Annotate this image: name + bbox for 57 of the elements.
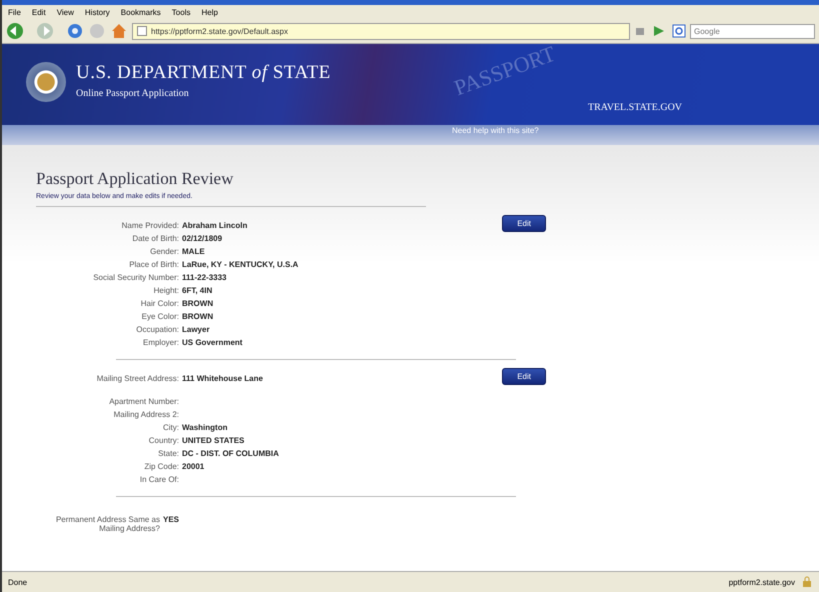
field-label: Height:: [152, 286, 179, 295]
home-icon[interactable]: [110, 22, 128, 40]
field-label: Name Provided:: [120, 221, 179, 230]
menu-item[interactable]: Tools: [172, 8, 190, 16]
field-label: Social Security Number:: [92, 273, 179, 282]
field-label: City:: [162, 423, 179, 432]
field-label: Gender:: [149, 247, 179, 256]
reload-icon[interactable]: [66, 22, 84, 40]
field-value: Lawyer: [182, 325, 211, 334]
address-field[interactable]: https://pptform2.state.gov/Default.aspx: [132, 22, 630, 40]
field-label: State:: [157, 449, 179, 458]
field-label: Mailing Address 2:: [112, 410, 179, 419]
field-label: Date of Birth:: [131, 234, 179, 243]
field-value: 111-22-3333: [182, 273, 228, 282]
field-value: UNITED STATES: [182, 436, 246, 445]
edit-button[interactable]: Edit: [502, 215, 546, 232]
field-value: DC - DIST. OF COLUMBIA: [182, 449, 280, 458]
page-title: Passport Application Review: [36, 169, 234, 189]
field-value: 20001: [182, 462, 206, 471]
menu-item[interactable]: Bookmarks: [120, 8, 161, 16]
field-label: Eye Color:: [140, 312, 179, 321]
field-label: Occupation:: [135, 325, 179, 334]
field-label: Apartment Number:: [108, 397, 179, 406]
seal-icon: [26, 62, 66, 102]
field-label: Mailing Street Address:: [96, 374, 179, 383]
menu-item[interactable]: Help: [201, 8, 218, 16]
field-label: Zip Code:: [143, 462, 179, 471]
field-value: MALE: [182, 247, 206, 256]
menu-item[interactable]: View: [56, 8, 74, 16]
field-value: YES: [163, 515, 180, 524]
field-label: In Care Of:: [138, 475, 179, 484]
menu-item[interactable]: History: [84, 8, 110, 16]
field-value: LaRue, KY - KENTUCKY, U.S.A: [182, 260, 300, 269]
field-label: Place of Birth:: [128, 260, 179, 269]
status-host: pptform2.state.gov: [728, 578, 795, 586]
field-value: US Government: [182, 338, 244, 347]
site-subtitle: Online Passport Application: [76, 88, 190, 99]
field-value: BROWN: [182, 312, 214, 321]
status-text: Done: [8, 578, 28, 586]
field-value: 02/12/1809: [182, 234, 224, 243]
field-value: 111 Whitehouse Lane: [182, 374, 264, 383]
field-value: BROWN: [182, 299, 214, 308]
field-value: Abraham Lincoln: [182, 221, 248, 230]
site-title: U.S. DEPARTMENT of STATE: [76, 62, 331, 84]
field-label: Country:: [148, 436, 179, 445]
travel-site-link[interactable]: TRAVEL.STATE.GOV: [588, 102, 682, 113]
field-label: Employer:: [142, 338, 179, 347]
field-label: Hair Color:: [140, 299, 179, 308]
search-engine-icon[interactable]: [672, 24, 686, 38]
menu-item[interactable]: File: [8, 8, 21, 16]
field-label: Permanent Address Same as Mailing Address?: [54, 515, 160, 533]
field-value: Washington: [182, 423, 228, 432]
lock-icon: [801, 576, 813, 588]
edit-button[interactable]: Edit: [502, 368, 546, 385]
menu-item[interactable]: Edit: [32, 8, 46, 16]
field-value: 6FT, 4IN: [182, 286, 214, 295]
search-field[interactable]: Google: [690, 24, 815, 38]
